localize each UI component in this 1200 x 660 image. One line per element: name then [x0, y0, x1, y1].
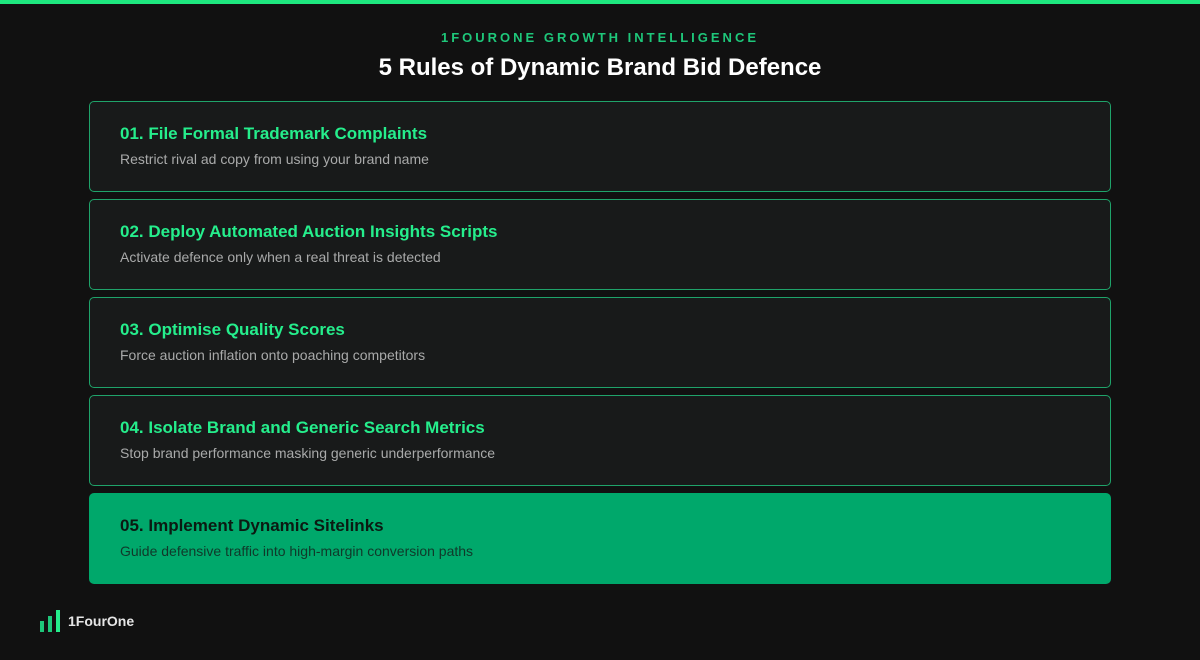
rule-description: Activate defence only when a real threat…	[120, 249, 441, 265]
rule-description: Force auction inflation onto poaching co…	[120, 347, 426, 363]
rule-card-01: 01. File Formal Trademark Complaints Res…	[89, 101, 1111, 192]
rule-title: 02. Deploy Automated Auction Insights Sc…	[120, 222, 498, 241]
rule-description: Stop brand performance masking generic u…	[120, 445, 496, 461]
rules-list: 01. File Formal Trademark Complaints Res…	[89, 101, 1111, 591]
footer-logo: 1FourOne	[40, 610, 134, 632]
top-accent-bar	[0, 0, 1200, 4]
rule-description: Restrict rival ad copy from using your b…	[120, 151, 429, 167]
bar-chart-icon	[40, 610, 60, 632]
rule-title: 04. Isolate Brand and Generic Search Met…	[120, 418, 485, 437]
rule-card-04: 04. Isolate Brand and Generic Search Met…	[89, 395, 1111, 486]
rule-card-03: 03. Optimise Quality Scores Force auctio…	[89, 297, 1111, 388]
page-title: 5 Rules of Dynamic Brand Bid Defence	[378, 54, 822, 81]
rule-title: 05. Implement Dynamic Sitelinks	[120, 516, 384, 535]
rule-card-05-highlighted: 05. Implement Dynamic Sitelinks Guide de…	[89, 493, 1111, 584]
brand-name: 1FourOne	[68, 613, 135, 629]
rule-description: Guide defensive traffic into high-margin…	[120, 543, 474, 559]
infographic-page: 1FOURONE GROWTH INTELLIGENCE 5 Rules of …	[0, 0, 1200, 660]
rule-title: 01. File Formal Trademark Complaints	[120, 124, 428, 143]
eyebrow-label: 1FOURONE GROWTH INTELLIGENCE	[441, 30, 759, 45]
rule-card-02: 02. Deploy Automated Auction Insights Sc…	[89, 199, 1111, 290]
rule-title: 03. Optimise Quality Scores	[120, 320, 345, 339]
